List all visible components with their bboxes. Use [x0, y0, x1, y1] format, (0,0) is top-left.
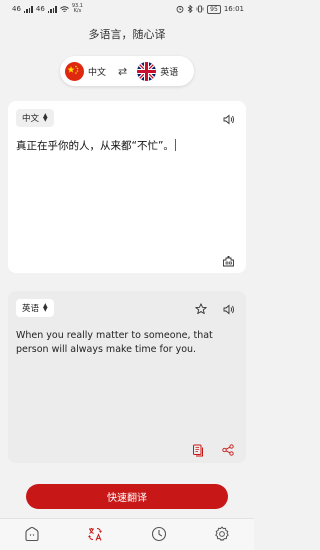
target-card: 英语 ▲ ▼ When you really matter to someone,… — [8, 291, 246, 463]
home-icon[interactable] — [24, 526, 40, 542]
page-title: 多语言，随心译 — [88, 28, 166, 41]
signal-icon-2 — [47, 5, 57, 13]
bluetooth-icon — [187, 5, 193, 13]
source-language-select[interactable]: 中文 ▲ ▼ — [16, 109, 54, 127]
copy-icon[interactable] — [191, 443, 205, 457]
screen: 46 46 93.1K/s 95 16:01 多语言，随心译 中文 ⇄ 英语 — [0, 0, 254, 550]
status-left: 46 46 93.1 K/s — [12, 4, 83, 14]
star-icon[interactable] — [194, 302, 208, 316]
target-language-value: 英语 — [22, 304, 40, 314]
updown-icon: ▲ ▼ — [43, 302, 48, 313]
share-icon[interactable] — [221, 443, 235, 457]
signal-icon — [23, 5, 33, 13]
wifi-icon — [60, 5, 69, 12]
speaker-icon[interactable] — [222, 112, 236, 126]
bottom-nav — [0, 518, 254, 550]
text-cursor — [174, 139, 177, 151]
updown-icon: ▲ ▼ — [43, 112, 48, 123]
battery-indicator: 95 — [207, 4, 221, 14]
translated-text: When you really matter to someone, that … — [16, 330, 213, 355]
source-text-input[interactable]: 真正在乎你的人，从来都“不忙”。 — [16, 139, 240, 154]
source-card: 中文 ▲ ▼ 真正在乎你的人，从来都“不忙”。 — [8, 101, 246, 273]
network-type-1: 46 — [12, 5, 21, 13]
china-flag-icon[interactable] — [65, 61, 84, 81]
source-text: 真正在乎你的人，从来都“不忙”。 — [16, 140, 174, 152]
alarm-icon — [176, 5, 184, 13]
clock: 16:01 — [223, 5, 244, 13]
history-icon[interactable] — [151, 526, 167, 542]
speaker-icon[interactable] — [222, 302, 236, 316]
swap-arrows-icon[interactable]: ⇄ — [118, 65, 127, 78]
speed-unit: K/s — [73, 8, 82, 14]
network-speed: 93.1 K/s — [72, 4, 83, 14]
status-right: 95 16:01 — [176, 4, 244, 14]
target-language-select[interactable]: 英语 ▲ ▼ — [16, 299, 54, 317]
translate-icon[interactable] — [87, 526, 103, 542]
language-switch: 中文 ⇄ 英语 — [60, 56, 194, 86]
camera-icon[interactable] — [221, 254, 235, 268]
status-bar: 46 46 93.1 K/s 95 16:01 — [0, 0, 254, 18]
settings-icon[interactable] — [214, 526, 230, 542]
source-language-value: 中文 — [22, 114, 40, 124]
source-language-label[interactable]: 中文 — [88, 65, 106, 78]
vibrate-icon — [196, 5, 204, 13]
network-type-2: 46 — [35, 5, 45, 13]
uk-flag-icon[interactable] — [137, 61, 157, 81]
quick-translate-button[interactable]: 快速翻译 — [26, 484, 228, 509]
target-language-label[interactable]: 英语 — [160, 65, 178, 78]
